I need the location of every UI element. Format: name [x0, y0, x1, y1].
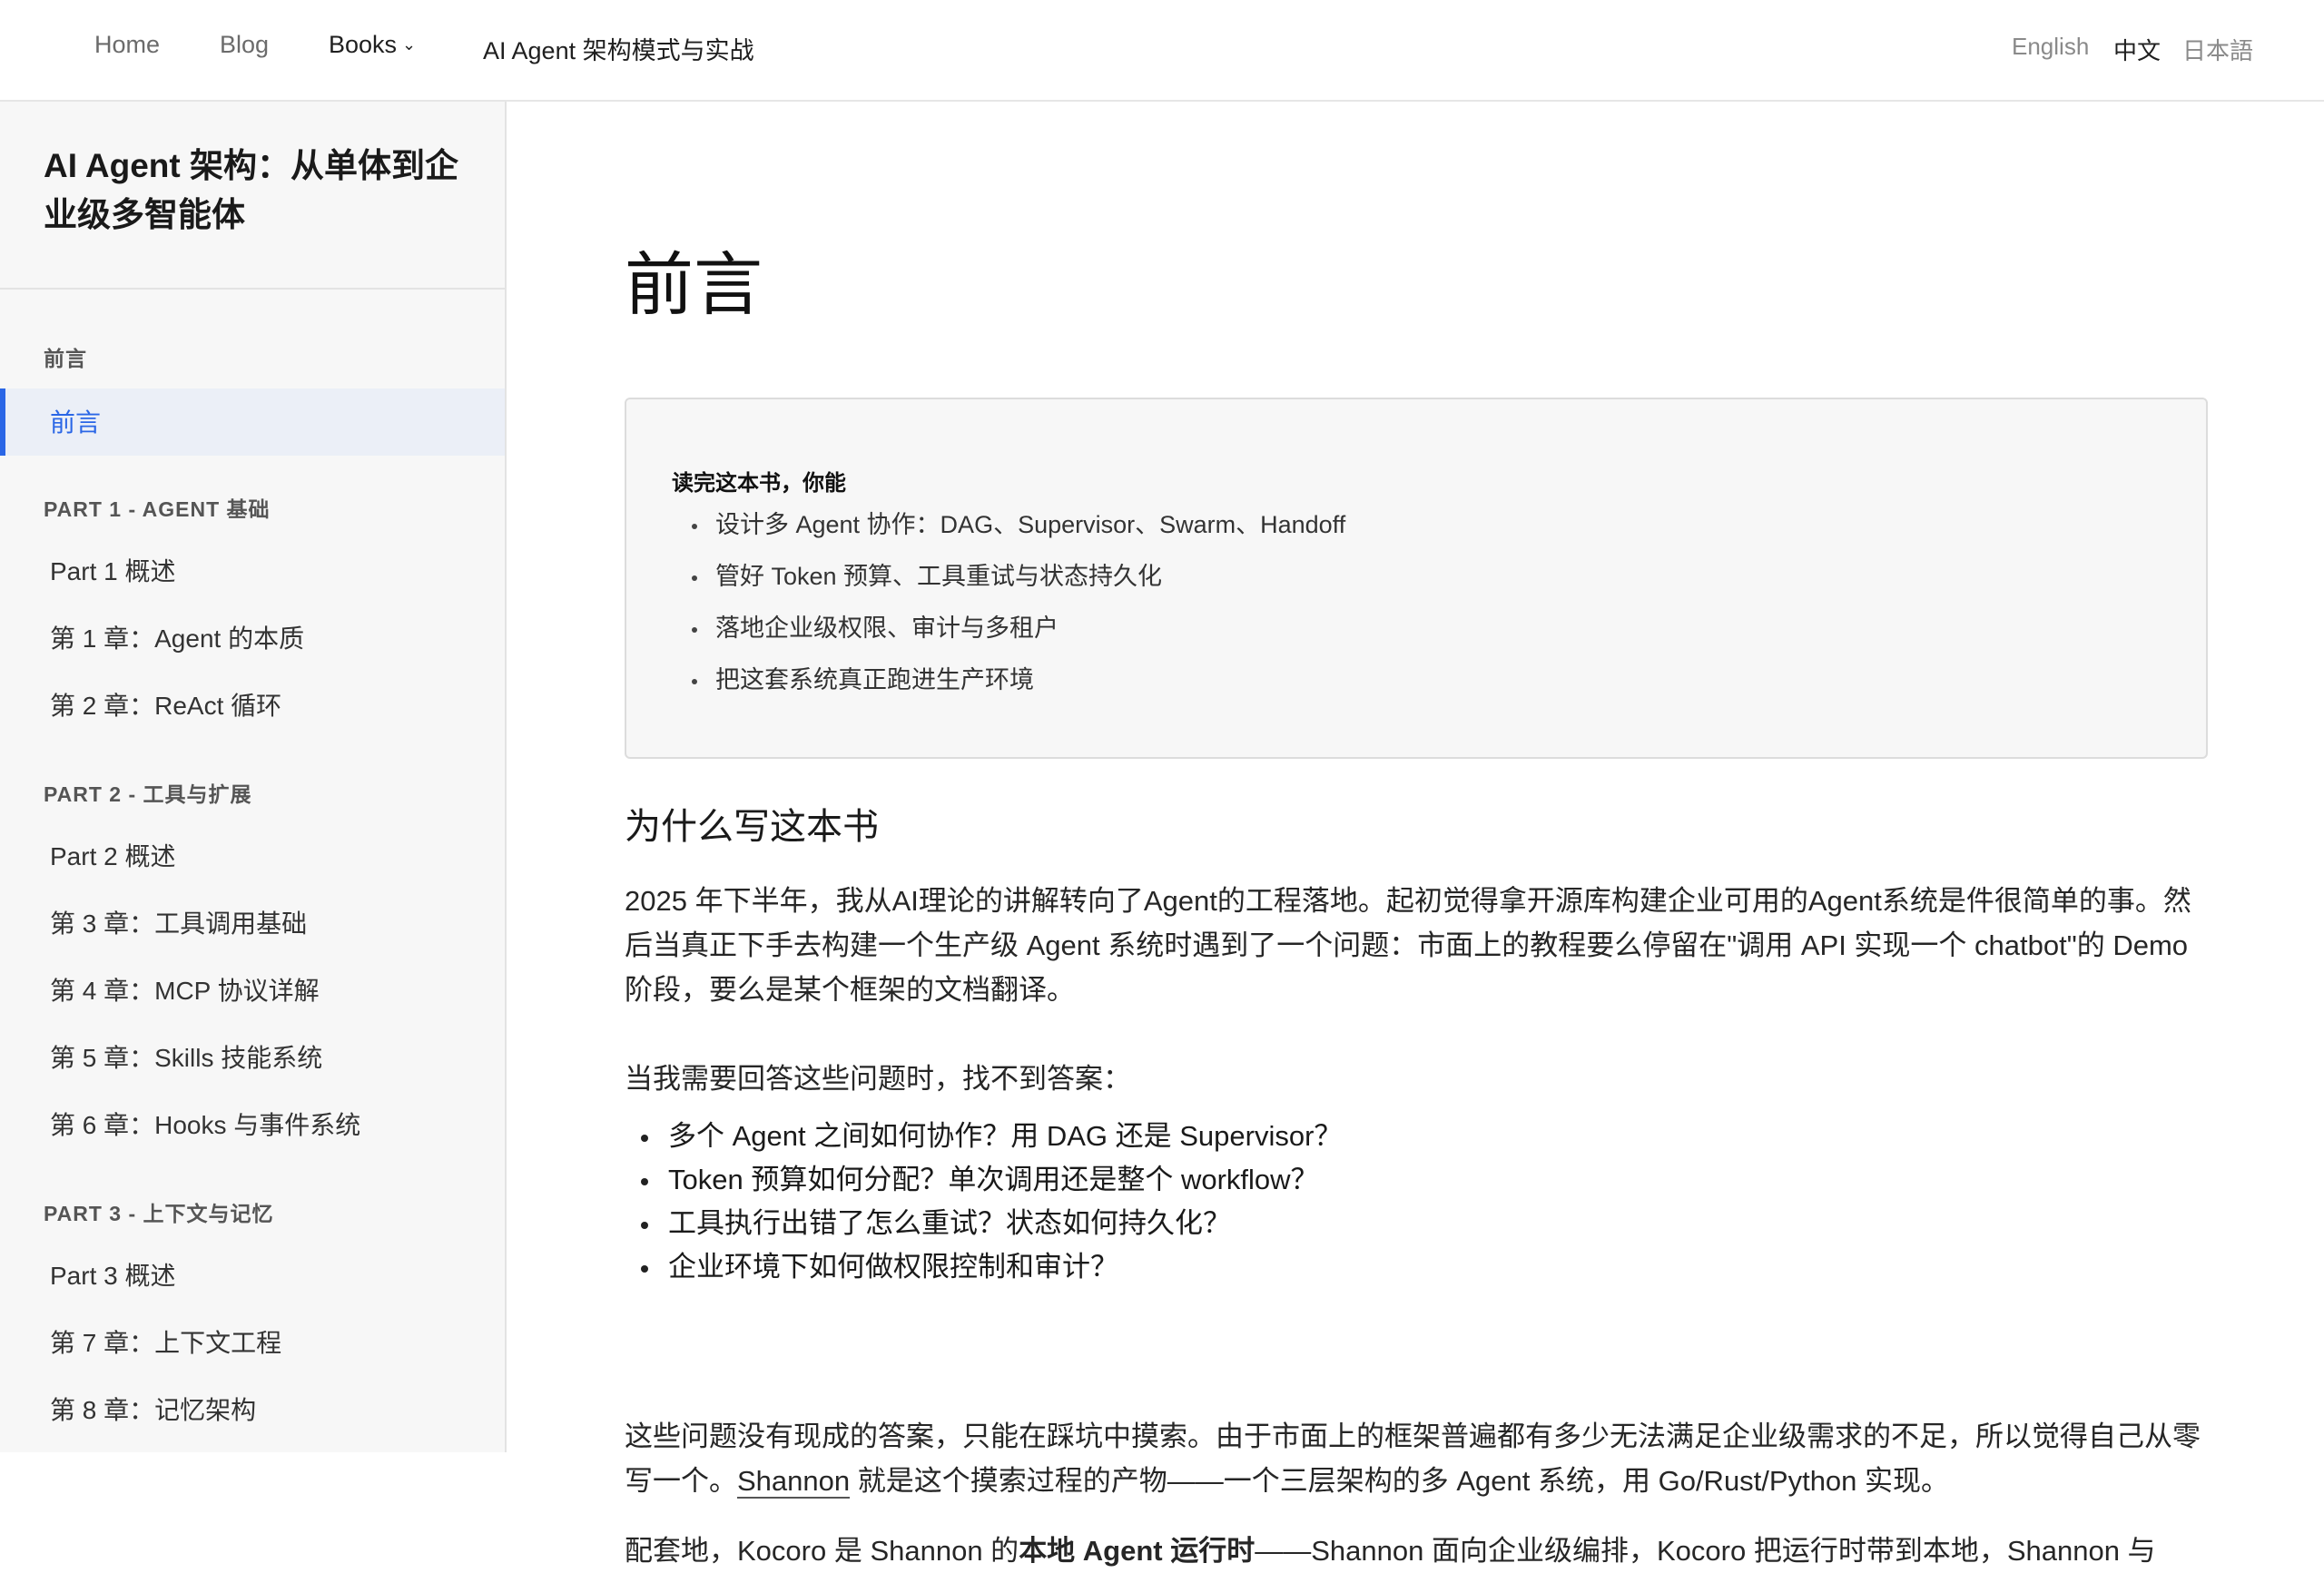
nav-books-label: Books	[329, 31, 398, 58]
sidebar-item-preface[interactable]: 前言	[50, 403, 101, 439]
sidebar-section-title: 前言	[44, 347, 87, 370]
list-item: 落地企业级权限、审计与多租户	[672, 603, 1345, 654]
nav-books-dropdown[interactable]: Books ⌄	[329, 31, 416, 59]
sidebar-section-title: PART 2 - 工具与扩展	[44, 782, 252, 806]
list-item: 管好 Token 预算、工具重试与状态持久化	[672, 551, 1345, 603]
list-item: 设计多 Agent 协作：DAG、Supervisor、Swarm、Handof…	[672, 499, 1345, 551]
sidebar-active-indicator	[0, 388, 5, 456]
sidebar-item-chapter-7[interactable]: 第 7 章：上下文工程	[50, 1323, 281, 1360]
sidebar-item-chapter-2[interactable]: 第 2 章：ReAct 循环	[50, 686, 281, 723]
sidebar-item-chapter-3[interactable]: 第 3 章：工具调用基础	[50, 904, 307, 940]
top-navigation: Home Blog Books ⌄ AI Agent 架构模式与实战 Englis…	[0, 0, 2324, 102]
paragraph: 这些问题没有现成的答案，只能在踩坑中摸索。由于市面上的框架普遍都有多少无法满足企…	[625, 1414, 2208, 1503]
learning-outcomes-callout: 读完这本书，你能 设计多 Agent 协作：DAG、Supervisor、Swa…	[625, 398, 2208, 759]
list-item: 企业环境下如何做权限控制和审计？	[625, 1245, 1342, 1289]
sidebar-item-chapter-1[interactable]: 第 1 章：Agent 的本质	[50, 619, 304, 655]
sidebar-item-chapter-4[interactable]: 第 4 章：MCP 协议详解	[50, 971, 320, 1008]
paragraph: 2025 年下半年，我从AI理论的讲解转向了Agent的工程落地。起初觉得拿开源…	[625, 885, 2191, 1006]
callout-title: 读完这本书，你能	[672, 471, 846, 496]
nav-home-link[interactable]: Home	[94, 31, 160, 59]
paragraph-text: ——Shannon 面向企业级编排，Kocoro 把运行时带到本地，Shanno…	[1255, 1535, 2156, 1567]
list-item: 把这套系统真正跑进生产环境	[672, 654, 1345, 706]
sidebar-book-title[interactable]: AI Agent 架构：从单体到企业级多智能体	[44, 142, 470, 240]
sidebar-item-chapter-5[interactable]: 第 5 章：Skills 技能系统	[50, 1038, 322, 1075]
chevron-down-icon: ⌄	[402, 35, 417, 54]
sidebar-item-part2-overview[interactable]: Part 2 概述	[50, 837, 175, 873]
nav-blog-link[interactable]: Blog	[220, 31, 269, 59]
sidebar-section-title: PART 3 - 上下文与记忆	[44, 1202, 274, 1225]
paragraph-text: 配套地，Kocoro 是 Shannon 的	[625, 1535, 1019, 1567]
questions-list: 多个 Agent 之间如何协作？用 DAG 还是 Supervisor？ Tok…	[625, 1115, 1342, 1289]
nav-current-book-link[interactable]: AI Agent 架构模式与实战	[483, 31, 754, 66]
paragraph: 当我需要回答这些问题时，找不到答案：	[625, 1063, 1131, 1095]
list-item: Token 预算如何分配？单次调用还是整个 workflow？	[625, 1158, 1342, 1202]
sidebar-item-part3-overview[interactable]: Part 3 概述	[50, 1256, 175, 1293]
lang-english-link[interactable]: English	[2012, 33, 2089, 61]
section-heading: 为什么写这本书	[625, 807, 879, 847]
sidebar-section-title: PART 1 - AGENT 基础	[44, 497, 271, 521]
sidebar-item-chapter-6[interactable]: 第 6 章：Hooks 与事件系统	[50, 1106, 360, 1142]
sidebar-item-chapter-8[interactable]: 第 8 章：记忆架构	[50, 1391, 256, 1427]
page-title: 前言	[625, 247, 763, 324]
callout-list: 设计多 Agent 协作：DAG、Supervisor、Swarm、Handof…	[672, 499, 1345, 706]
list-item: 多个 Agent 之间如何协作？用 DAG 还是 Supervisor？	[625, 1115, 1342, 1158]
list-item: 工具执行出错了怎么重试？状态如何持久化？	[625, 1202, 1342, 1245]
lang-japanese-link[interactable]: 日本語	[2182, 33, 2253, 66]
bold-text: 本地 Agent 运行时	[1019, 1535, 1256, 1567]
shannon-link[interactable]: Shannon	[737, 1465, 851, 1499]
paragraph: 配套地，Kocoro 是 Shannon 的本地 Agent 运行时——Shan…	[625, 1529, 2208, 1573]
sidebar: AI Agent 架构：从单体到企业级多智能体 前言 前言 PART 1 - A…	[0, 102, 507, 1452]
sidebar-divider	[0, 288, 505, 290]
sidebar-item-part1-overview[interactable]: Part 1 概述	[50, 552, 175, 588]
lang-chinese-link[interactable]: 中文	[2113, 33, 2161, 66]
paragraph-text: 就是这个摸索过程的产物——一个三层架构的多 Agent 系统，用 Go/Rust…	[850, 1465, 1950, 1497]
